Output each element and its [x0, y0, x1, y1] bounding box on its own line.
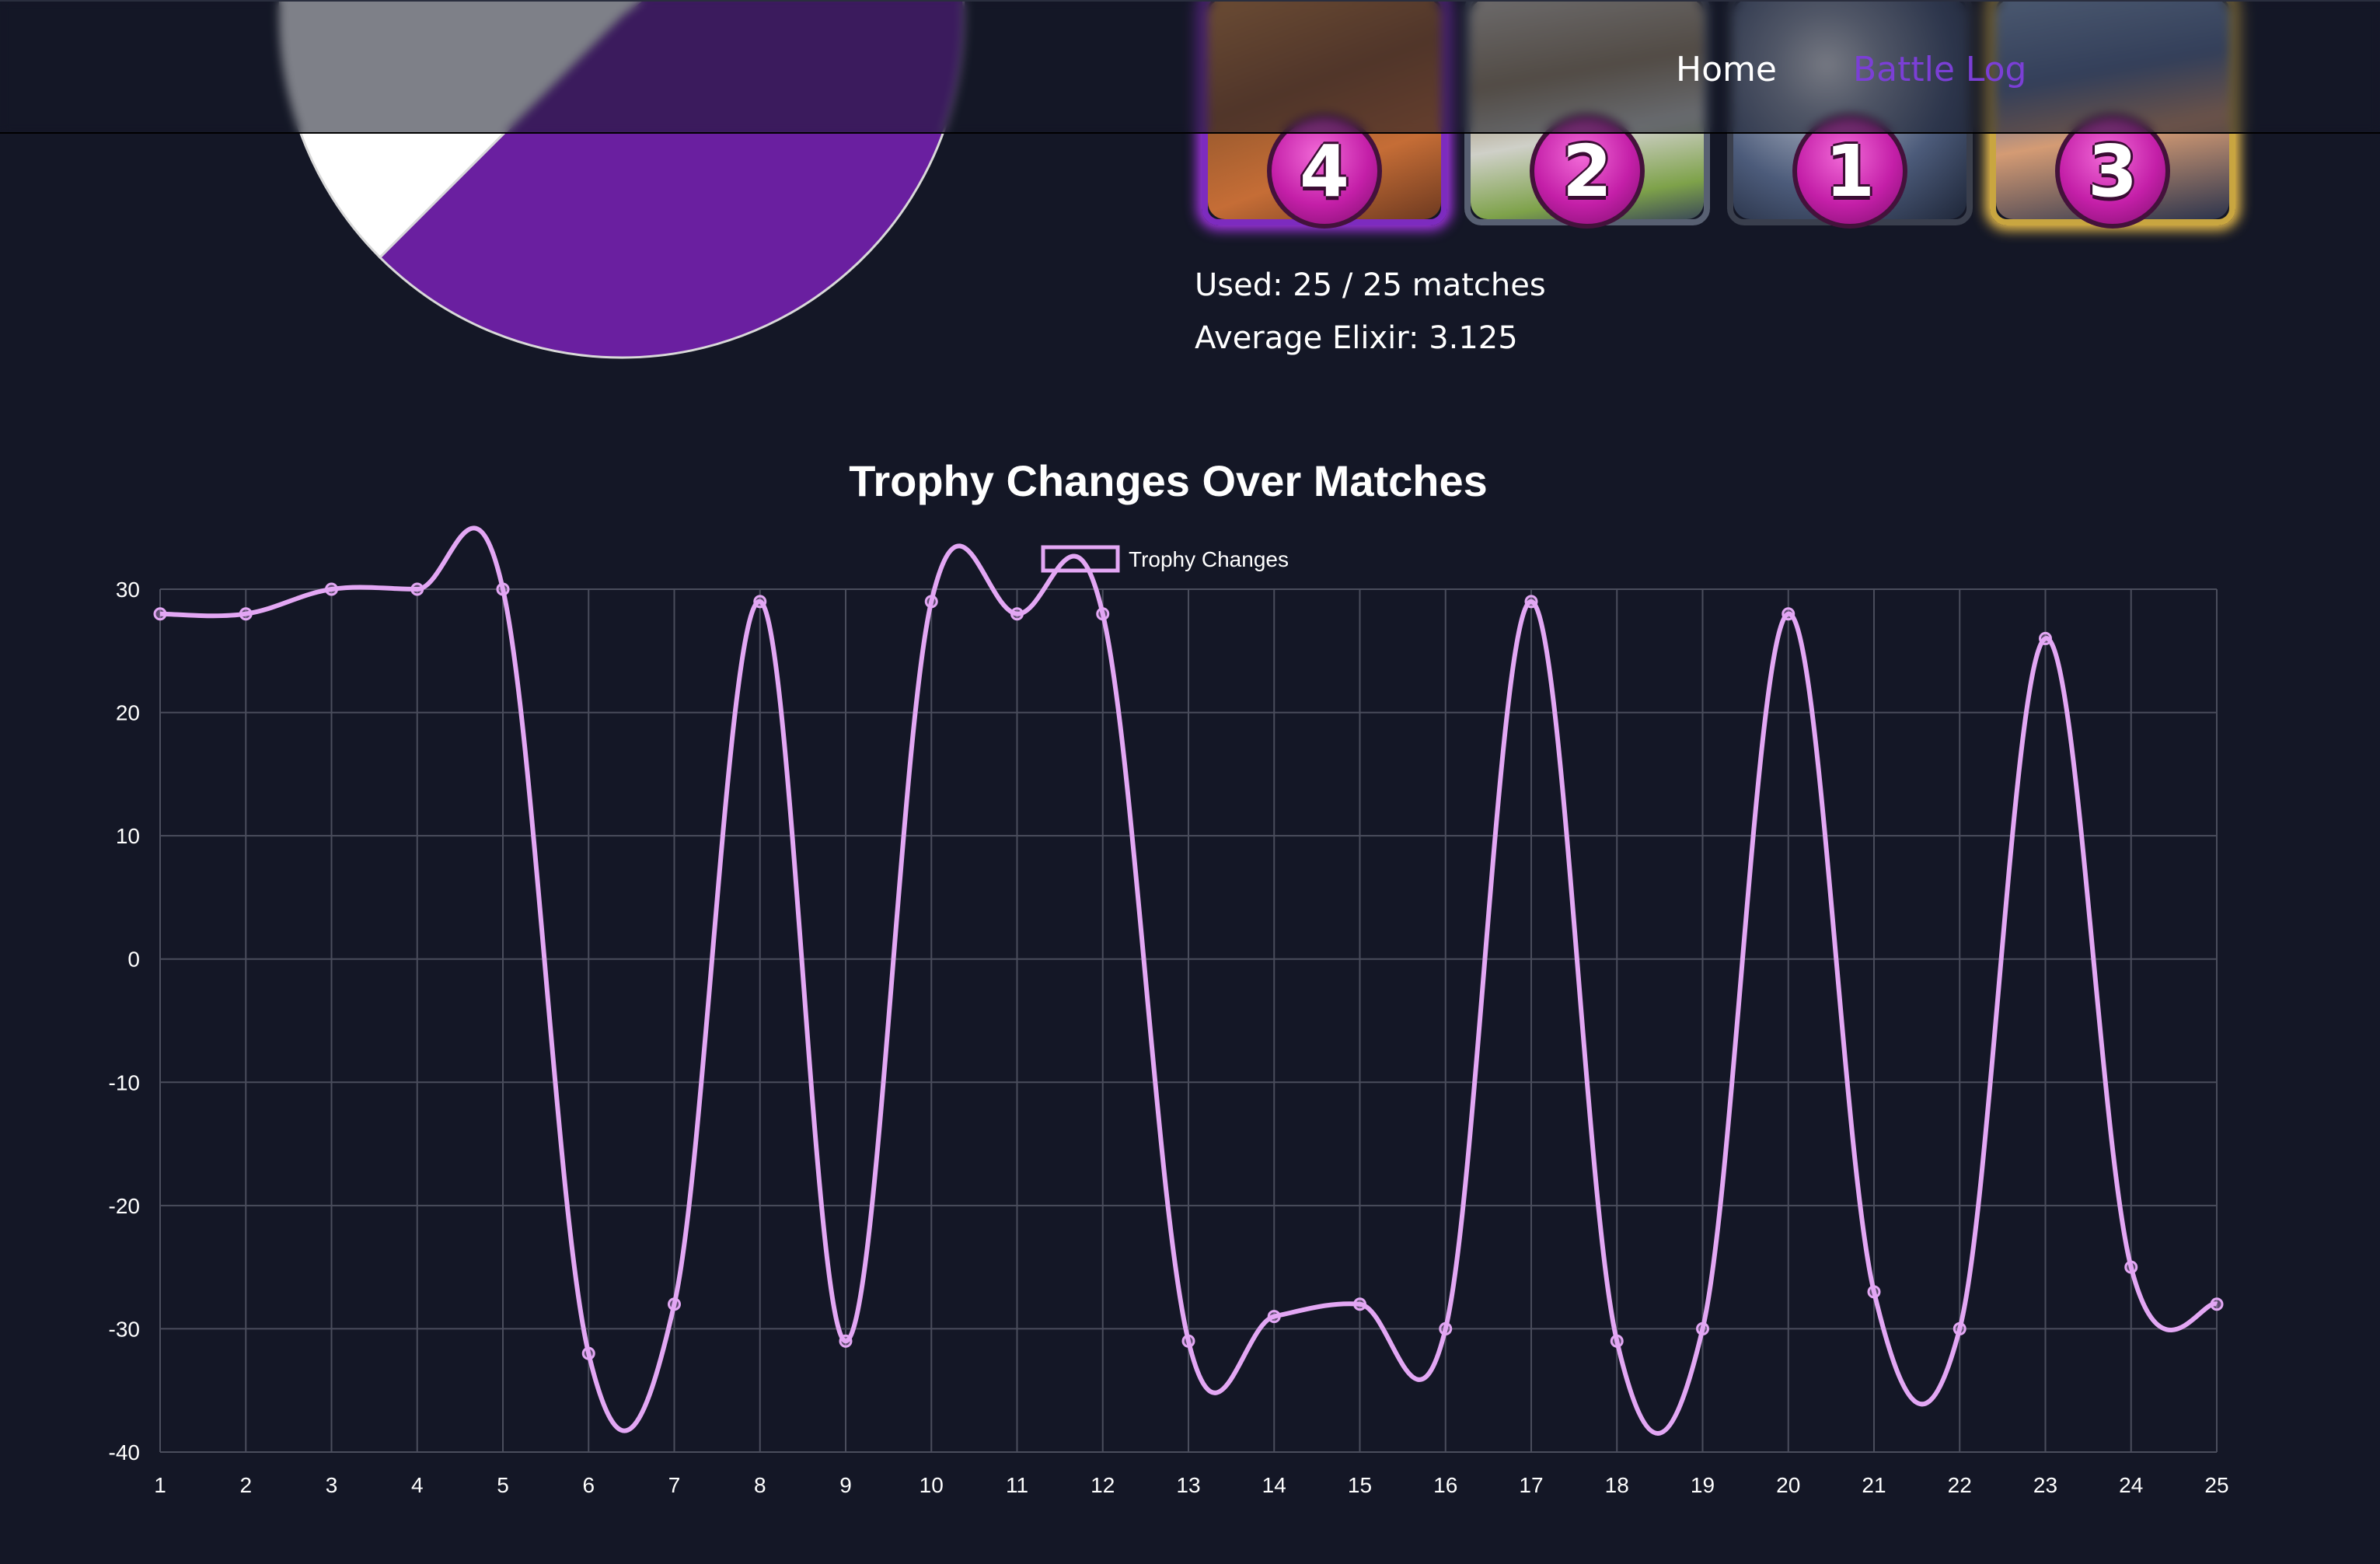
data-point[interactable] [839, 1334, 853, 1348]
y-tick-label: -30 [109, 1317, 140, 1341]
data-point[interactable] [1096, 607, 1110, 621]
top-navigation-bar: Home Battle Log [0, 0, 2380, 134]
x-tick-label: 21 [1862, 1473, 1886, 1497]
x-tick-label: 8 [754, 1473, 766, 1497]
matches-used-text: Used: 25 / 25 matches [1195, 267, 1546, 303]
x-tick-label: 2 [239, 1473, 252, 1497]
trophy-changes-chart: Trophy Changes Over Matches Trophy Chang… [0, 435, 2380, 1564]
nav-battle-log-link[interactable]: Battle Log [1853, 47, 2027, 93]
chart-axes: 3020100-10-20-30-401 2 3 4 5 6 7 8 9 10 11 12 13 14 15… [109, 578, 2229, 1497]
x-tick-label: 4 [411, 1473, 424, 1497]
data-point[interactable] [239, 607, 253, 621]
x-tick-label: 23 [2033, 1473, 2057, 1497]
x-tick-label: 6 [582, 1473, 595, 1497]
data-point[interactable] [1181, 1334, 1195, 1348]
y-tick-label: 20 [116, 701, 140, 725]
x-tick-label: 11 [1006, 1473, 1028, 1497]
data-point[interactable] [668, 1297, 681, 1311]
x-tick-label: 1 [154, 1473, 166, 1497]
data-point[interactable] [1524, 595, 1538, 609]
y-tick-label: -20 [109, 1194, 140, 1218]
y-tick-label: 10 [116, 824, 140, 848]
data-point[interactable] [753, 595, 767, 609]
x-tick-label: 14 [1262, 1473, 1286, 1497]
data-point[interactable] [1696, 1321, 1709, 1335]
x-tick-label: 13 [1176, 1473, 1200, 1497]
data-point[interactable] [2210, 1297, 2224, 1311]
x-tick-label: 15 [1348, 1473, 1372, 1497]
data-point[interactable] [581, 1346, 595, 1360]
chart-svg: Trophy Changes Over Matches Trophy Chang… [109, 456, 2229, 1497]
y-tick-label: -40 [109, 1440, 140, 1465]
x-tick-label: 20 [1776, 1473, 1800, 1497]
data-point[interactable] [924, 595, 938, 609]
data-point[interactable] [325, 582, 338, 596]
x-tick-label: 3 [326, 1473, 338, 1497]
data-point[interactable] [2124, 1260, 2138, 1274]
main-nav: Home Battle Log [1676, 47, 2026, 93]
chart-title: Trophy Changes Over Matches [849, 456, 1488, 505]
data-point[interactable] [1353, 1297, 1366, 1311]
x-tick-label: 5 [497, 1473, 509, 1497]
chart-grid [159, 588, 2218, 1453]
x-tick-label: 16 [1433, 1473, 1457, 1497]
legend-label: Trophy Changes [1129, 547, 1289, 571]
x-tick-label: 22 [1948, 1473, 1972, 1497]
data-point[interactable] [1010, 607, 1024, 621]
average-elixir-text: Average Elixir: 3.125 [1195, 320, 1518, 356]
x-tick-label: 24 [2119, 1473, 2143, 1497]
x-tick-label: 9 [839, 1473, 852, 1497]
x-tick-label: 25 [2204, 1473, 2228, 1497]
data-point[interactable] [2039, 631, 2052, 645]
x-tick-label: 19 [1691, 1473, 1715, 1497]
nav-home-link[interactable]: Home [1676, 47, 1777, 93]
x-tick-label: 18 [1605, 1473, 1629, 1497]
y-tick-label: -10 [109, 1070, 140, 1094]
data-point[interactable] [496, 582, 510, 596]
x-tick-label: 12 [1091, 1473, 1115, 1497]
x-tick-label: 17 [1519, 1473, 1543, 1497]
data-point[interactable] [1782, 607, 1795, 621]
y-tick-label: 0 [127, 948, 140, 972]
data-point[interactable] [1610, 1334, 1624, 1348]
x-tick-label: 10 [920, 1473, 944, 1497]
data-point[interactable] [410, 582, 424, 596]
data-point[interactable] [1953, 1321, 1966, 1335]
x-tick-label: 7 [668, 1473, 681, 1497]
y-tick-label: 30 [116, 578, 140, 602]
data-point[interactable] [1867, 1285, 1881, 1299]
data-point[interactable] [153, 607, 167, 621]
data-point[interactable] [1439, 1321, 1453, 1335]
data-point[interactable] [1267, 1310, 1281, 1324]
